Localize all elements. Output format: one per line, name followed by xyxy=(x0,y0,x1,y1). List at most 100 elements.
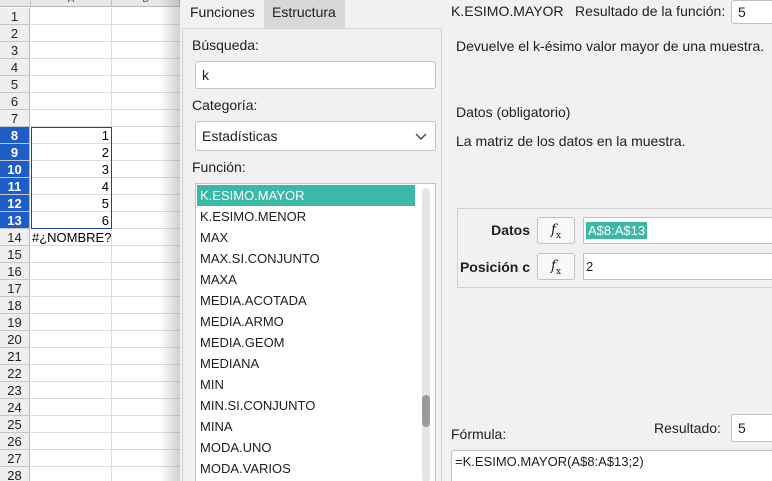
category-select[interactable]: Estadísticas xyxy=(195,121,436,151)
row-header[interactable]: 9 xyxy=(0,144,30,161)
cell-a[interactable]: 3 xyxy=(31,161,112,178)
row-header[interactable]: 12 xyxy=(0,195,30,212)
cell-a[interactable] xyxy=(31,331,112,348)
cell-a[interactable] xyxy=(31,297,112,314)
cell-a[interactable] xyxy=(31,110,112,127)
fx-button-datos[interactable]: fx xyxy=(537,217,575,244)
tab-functions[interactable]: Funciones xyxy=(182,0,262,28)
parameter-required: Datos (obligatorio) xyxy=(456,104,571,120)
row-header[interactable]: 10 xyxy=(0,161,30,178)
function-list-item[interactable]: MODA.VARIOS xyxy=(197,458,415,479)
row-header[interactable]: 23 xyxy=(0,382,30,399)
cell-a[interactable] xyxy=(31,467,112,481)
row-header[interactable]: 14 xyxy=(0,229,30,246)
search-input[interactable]: k xyxy=(195,61,436,89)
function-list-item[interactable]: MIN xyxy=(197,374,415,395)
cell-a[interactable]: 6 xyxy=(31,212,112,229)
cell-a[interactable]: 4 xyxy=(31,178,112,195)
param-label-datos: Datos xyxy=(491,222,530,238)
category-label: Categoría: xyxy=(192,97,258,113)
search-label: Búsqueda: xyxy=(192,37,259,53)
row-header[interactable]: 8 xyxy=(0,127,30,144)
cell-a[interactable] xyxy=(31,365,112,382)
function-list-item[interactable]: MEDIA.GEOM xyxy=(197,332,415,353)
row-header[interactable]: 5 xyxy=(0,76,30,93)
cell-a[interactable] xyxy=(31,263,112,280)
row-header[interactable]: 26 xyxy=(0,433,30,450)
param-field-datos[interactable]: A$8:A$13 xyxy=(583,217,772,244)
cell-a[interactable] xyxy=(31,42,112,59)
row-header[interactable]: 17 xyxy=(0,280,30,297)
cell-a[interactable] xyxy=(31,348,112,365)
function-label: Función: xyxy=(192,159,246,175)
function-name: K.ESIMO.MAYOR xyxy=(451,3,564,19)
formula-field[interactable]: =K.ESIMO.MAYOR(A$8:A$13;2) xyxy=(451,450,772,481)
function-result-label: Resultado de la función: xyxy=(575,3,726,19)
parameter-description: La matriz de los datos en la muestra. xyxy=(456,133,686,149)
row-header[interactable]: 2 xyxy=(0,25,30,42)
function-list-item[interactable]: K.ESIMO.MENOR xyxy=(197,206,415,227)
function-description: Devuelve el k-ésimo valor mayor de una m… xyxy=(456,38,765,54)
row-header[interactable]: 1 xyxy=(0,8,30,25)
cell-a[interactable] xyxy=(31,382,112,399)
function-wizard-dialog: Funciones Estructura Búsqueda: k Categor… xyxy=(180,0,772,481)
function-list-scrollbar[interactable] xyxy=(422,188,430,481)
cell-a[interactable]: 5 xyxy=(31,195,112,212)
row-header[interactable]: 16 xyxy=(0,263,30,280)
cell-a[interactable] xyxy=(31,93,112,110)
row-header[interactable]: 15 xyxy=(0,246,30,263)
function-list-item[interactable]: MIN.SI.CONJUNTO xyxy=(197,395,415,416)
function-list-item[interactable]: MODA.UNO xyxy=(197,437,415,458)
row-header[interactable]: 25 xyxy=(0,416,30,433)
corner-header[interactable] xyxy=(0,0,31,7)
cell-a[interactable] xyxy=(31,399,112,416)
fx-subscript: x xyxy=(556,230,562,241)
cell-a[interactable] xyxy=(31,450,112,467)
cell-a[interactable] xyxy=(31,246,112,263)
row-header[interactable]: 4 xyxy=(0,59,30,76)
cell-a[interactable] xyxy=(31,59,112,76)
function-list-item[interactable]: MAX xyxy=(197,227,415,248)
dialog-shadow xyxy=(160,0,180,481)
row-header[interactable]: 27 xyxy=(0,450,30,467)
row-header[interactable]: 18 xyxy=(0,297,30,314)
row-header[interactable]: 22 xyxy=(0,365,30,382)
function-list-item[interactable]: MEDIA.ACOTADA xyxy=(197,290,415,311)
column-header-a[interactable]: A xyxy=(31,0,112,7)
spreadsheet[interactable]: A B 1234567819210311412513614#¿NOMBRE?15… xyxy=(0,0,180,481)
cell-a[interactable] xyxy=(31,433,112,450)
param-value-datos: A$8:A$13 xyxy=(586,222,648,239)
function-list-item[interactable]: MINA xyxy=(197,416,415,437)
row-header[interactable]: 24 xyxy=(0,399,30,416)
row-header[interactable]: 6 xyxy=(0,93,30,110)
cell-a[interactable]: 2 xyxy=(31,144,112,161)
row-header[interactable]: 28 xyxy=(0,467,30,481)
scrollbar-thumb[interactable] xyxy=(422,395,430,427)
function-list[interactable]: K.ESIMO.MAYOR K.ESIMO.MENOR MAX MAX.SI.CONJ… xyxy=(195,183,436,481)
cell-a[interactable] xyxy=(31,8,112,25)
row-header[interactable]: 19 xyxy=(0,314,30,331)
function-list-item[interactable]: MAXA xyxy=(197,269,415,290)
cell-a[interactable] xyxy=(31,76,112,93)
cell-a[interactable] xyxy=(31,280,112,297)
cell-a[interactable] xyxy=(31,314,112,331)
function-list-item[interactable]: MEDIA.ARMO xyxy=(197,311,415,332)
row-header[interactable]: 13 xyxy=(0,212,30,229)
row-header[interactable]: 3 xyxy=(0,42,30,59)
cell-a[interactable]: #¿NOMBRE? xyxy=(31,229,112,246)
chevron-down-icon xyxy=(415,133,427,140)
function-list-item[interactable]: K.ESIMO.MAYOR xyxy=(197,185,415,206)
tab-structure[interactable]: Estructura xyxy=(264,0,345,28)
row-header[interactable]: 11 xyxy=(0,178,30,195)
param-field-posicion[interactable]: 2 xyxy=(583,253,772,280)
cell-a[interactable] xyxy=(31,416,112,433)
row-header[interactable]: 7 xyxy=(0,110,30,127)
fx-button-posicion[interactable]: fx xyxy=(537,253,575,280)
function-result-field: 5 xyxy=(731,0,772,24)
cell-a[interactable]: 1 xyxy=(31,127,112,144)
row-header[interactable]: 21 xyxy=(0,348,30,365)
function-list-item[interactable]: MEDIANA xyxy=(197,353,415,374)
function-list-item[interactable]: MAX.SI.CONJUNTO xyxy=(197,248,415,269)
cell-a[interactable] xyxy=(31,25,112,42)
row-header[interactable]: 20 xyxy=(0,331,30,348)
